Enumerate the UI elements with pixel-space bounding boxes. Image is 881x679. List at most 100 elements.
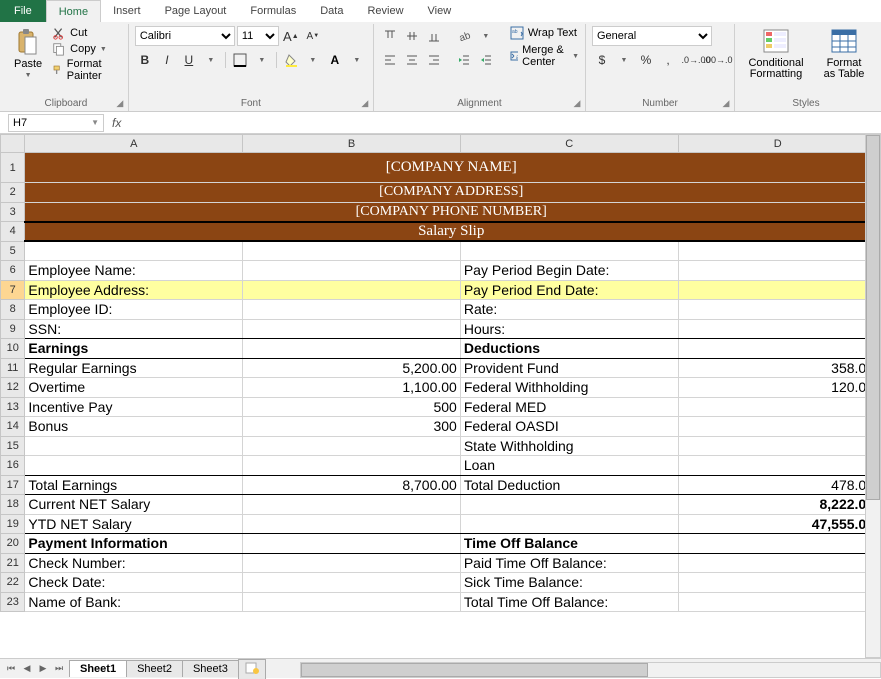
formula-input[interactable] bbox=[129, 114, 881, 132]
cell[interactable]: 358.00 bbox=[678, 358, 877, 378]
row-header[interactable]: 10 bbox=[1, 339, 25, 359]
clipboard-launcher[interactable]: ◢ bbox=[114, 97, 126, 109]
tab-formulas[interactable]: Formulas bbox=[238, 0, 308, 22]
border-button[interactable] bbox=[230, 50, 250, 70]
decrease-indent-button[interactable] bbox=[454, 50, 474, 70]
cell[interactable]: Regular Earnings bbox=[25, 358, 243, 378]
cell[interactable] bbox=[25, 241, 243, 261]
alignment-launcher[interactable]: ◢ bbox=[571, 97, 583, 109]
cell[interactable]: Salary Slip bbox=[25, 222, 878, 242]
tab-file[interactable]: File bbox=[0, 0, 46, 22]
cell[interactable] bbox=[243, 300, 461, 320]
sheet-tab-2[interactable]: Sheet2 bbox=[126, 660, 183, 677]
col-header-b[interactable]: B bbox=[243, 135, 461, 153]
row-header[interactable]: 4 bbox=[1, 222, 25, 242]
align-bottom-button[interactable] bbox=[424, 26, 444, 46]
cell[interactable]: Employee Name: bbox=[25, 261, 243, 281]
sheet-nav-last[interactable]: ⏭ bbox=[52, 663, 66, 674]
new-sheet-button[interactable] bbox=[238, 659, 266, 679]
underline-button[interactable]: U bbox=[179, 50, 199, 70]
scrollbar-thumb[interactable] bbox=[866, 135, 880, 500]
font-launcher[interactable]: ◢ bbox=[359, 97, 371, 109]
cell[interactable]: Pay Period Begin Date: bbox=[460, 261, 678, 281]
cell[interactable] bbox=[678, 456, 877, 476]
cell[interactable]: 300 bbox=[243, 417, 461, 437]
align-center-button[interactable] bbox=[402, 50, 422, 70]
col-header-a[interactable]: A bbox=[25, 135, 243, 153]
tab-review[interactable]: Review bbox=[355, 0, 415, 22]
tab-page-layout[interactable]: Page Layout bbox=[153, 0, 239, 22]
col-header-c[interactable]: C bbox=[460, 135, 678, 153]
cell[interactable] bbox=[243, 241, 461, 261]
cell[interactable] bbox=[678, 300, 877, 320]
cell[interactable]: Hours: bbox=[460, 319, 678, 339]
cell[interactable] bbox=[678, 436, 877, 456]
cell[interactable]: Total Time Off Balance: bbox=[460, 592, 678, 612]
sheet-nav-first[interactable]: ⏮ bbox=[4, 663, 18, 674]
cell[interactable] bbox=[678, 261, 877, 281]
row-header[interactable]: 6 bbox=[1, 261, 25, 281]
row-header[interactable]: 5 bbox=[1, 241, 25, 261]
cell[interactable] bbox=[25, 436, 243, 456]
name-box[interactable]: H7▼ bbox=[8, 114, 104, 132]
cell[interactable]: 47,555.00 bbox=[678, 514, 877, 534]
cell[interactable] bbox=[25, 456, 243, 476]
col-header-d[interactable]: D bbox=[678, 135, 877, 153]
sheet-nav-prev[interactable]: ◀ bbox=[20, 663, 34, 674]
cell[interactable]: Employee ID: bbox=[25, 300, 243, 320]
tab-view[interactable]: View bbox=[416, 0, 464, 22]
italic-button[interactable]: I bbox=[157, 50, 177, 70]
cell[interactable] bbox=[460, 241, 678, 261]
merge-center-button[interactable]: a Merge & Center ▼ bbox=[510, 44, 579, 68]
row-header[interactable]: 16 bbox=[1, 456, 25, 476]
accounting-format-button[interactable]: $ bbox=[592, 50, 612, 70]
align-right-button[interactable] bbox=[424, 50, 444, 70]
cell[interactable] bbox=[243, 261, 461, 281]
cell[interactable] bbox=[243, 592, 461, 612]
cell[interactable]: Overtime bbox=[25, 378, 243, 398]
cell[interactable] bbox=[678, 241, 877, 261]
row-header[interactable]: 23 bbox=[1, 592, 25, 612]
cell[interactable] bbox=[678, 319, 877, 339]
cell[interactable]: - bbox=[678, 417, 877, 437]
cell[interactable]: Check Number: bbox=[25, 553, 243, 573]
cell[interactable]: Payment Information bbox=[25, 534, 243, 554]
tab-insert[interactable]: Insert bbox=[101, 0, 153, 22]
font-color-button[interactable]: A bbox=[325, 50, 345, 70]
wrap-text-button[interactable]: ab Wrap Text bbox=[510, 26, 579, 40]
cell[interactable]: [COMPANY PHONE NUMBER] bbox=[25, 202, 878, 222]
tab-data[interactable]: Data bbox=[308, 0, 355, 22]
cell[interactable]: Earnings bbox=[25, 339, 243, 359]
horizontal-scrollbar[interactable] bbox=[300, 662, 881, 678]
cell[interactable]: Federal Withholding bbox=[460, 378, 678, 398]
cell[interactable] bbox=[243, 339, 461, 359]
cell[interactable]: SSN: bbox=[25, 319, 243, 339]
row-header[interactable]: 2 bbox=[1, 183, 25, 203]
scrollbar-thumb[interactable] bbox=[301, 663, 648, 677]
row-header[interactable]: 17 bbox=[1, 475, 25, 495]
cell[interactable] bbox=[678, 592, 877, 612]
tab-home[interactable]: Home bbox=[46, 0, 101, 22]
name-box-dropdown-icon[interactable]: ▼ bbox=[91, 118, 99, 127]
grow-font-button[interactable]: A▲ bbox=[281, 26, 301, 46]
cell[interactable]: Employee Address: bbox=[25, 280, 243, 300]
row-header[interactable]: 19 bbox=[1, 514, 25, 534]
cell[interactable]: Incentive Pay bbox=[25, 397, 243, 417]
row-header[interactable]: 1 bbox=[1, 153, 25, 183]
row-header[interactable]: 20 bbox=[1, 534, 25, 554]
format-as-table-button[interactable]: Format as Table bbox=[817, 26, 871, 82]
cell[interactable] bbox=[460, 514, 678, 534]
orientation-button[interactable]: ab bbox=[454, 26, 474, 46]
row-header[interactable]: 12 bbox=[1, 378, 25, 398]
cell[interactable] bbox=[243, 280, 461, 300]
row-header[interactable]: 13 bbox=[1, 397, 25, 417]
cell[interactable]: 5,200.00 bbox=[243, 358, 461, 378]
cell[interactable]: Pay Period End Date: bbox=[460, 280, 678, 300]
row-header[interactable]: 22 bbox=[1, 573, 25, 593]
cell[interactable] bbox=[243, 553, 461, 573]
number-format-combo[interactable]: General bbox=[592, 26, 712, 46]
cell[interactable]: Deductions bbox=[460, 339, 678, 359]
cell[interactable] bbox=[243, 573, 461, 593]
cell[interactable]: - bbox=[678, 397, 877, 417]
select-all-corner[interactable] bbox=[1, 135, 25, 153]
